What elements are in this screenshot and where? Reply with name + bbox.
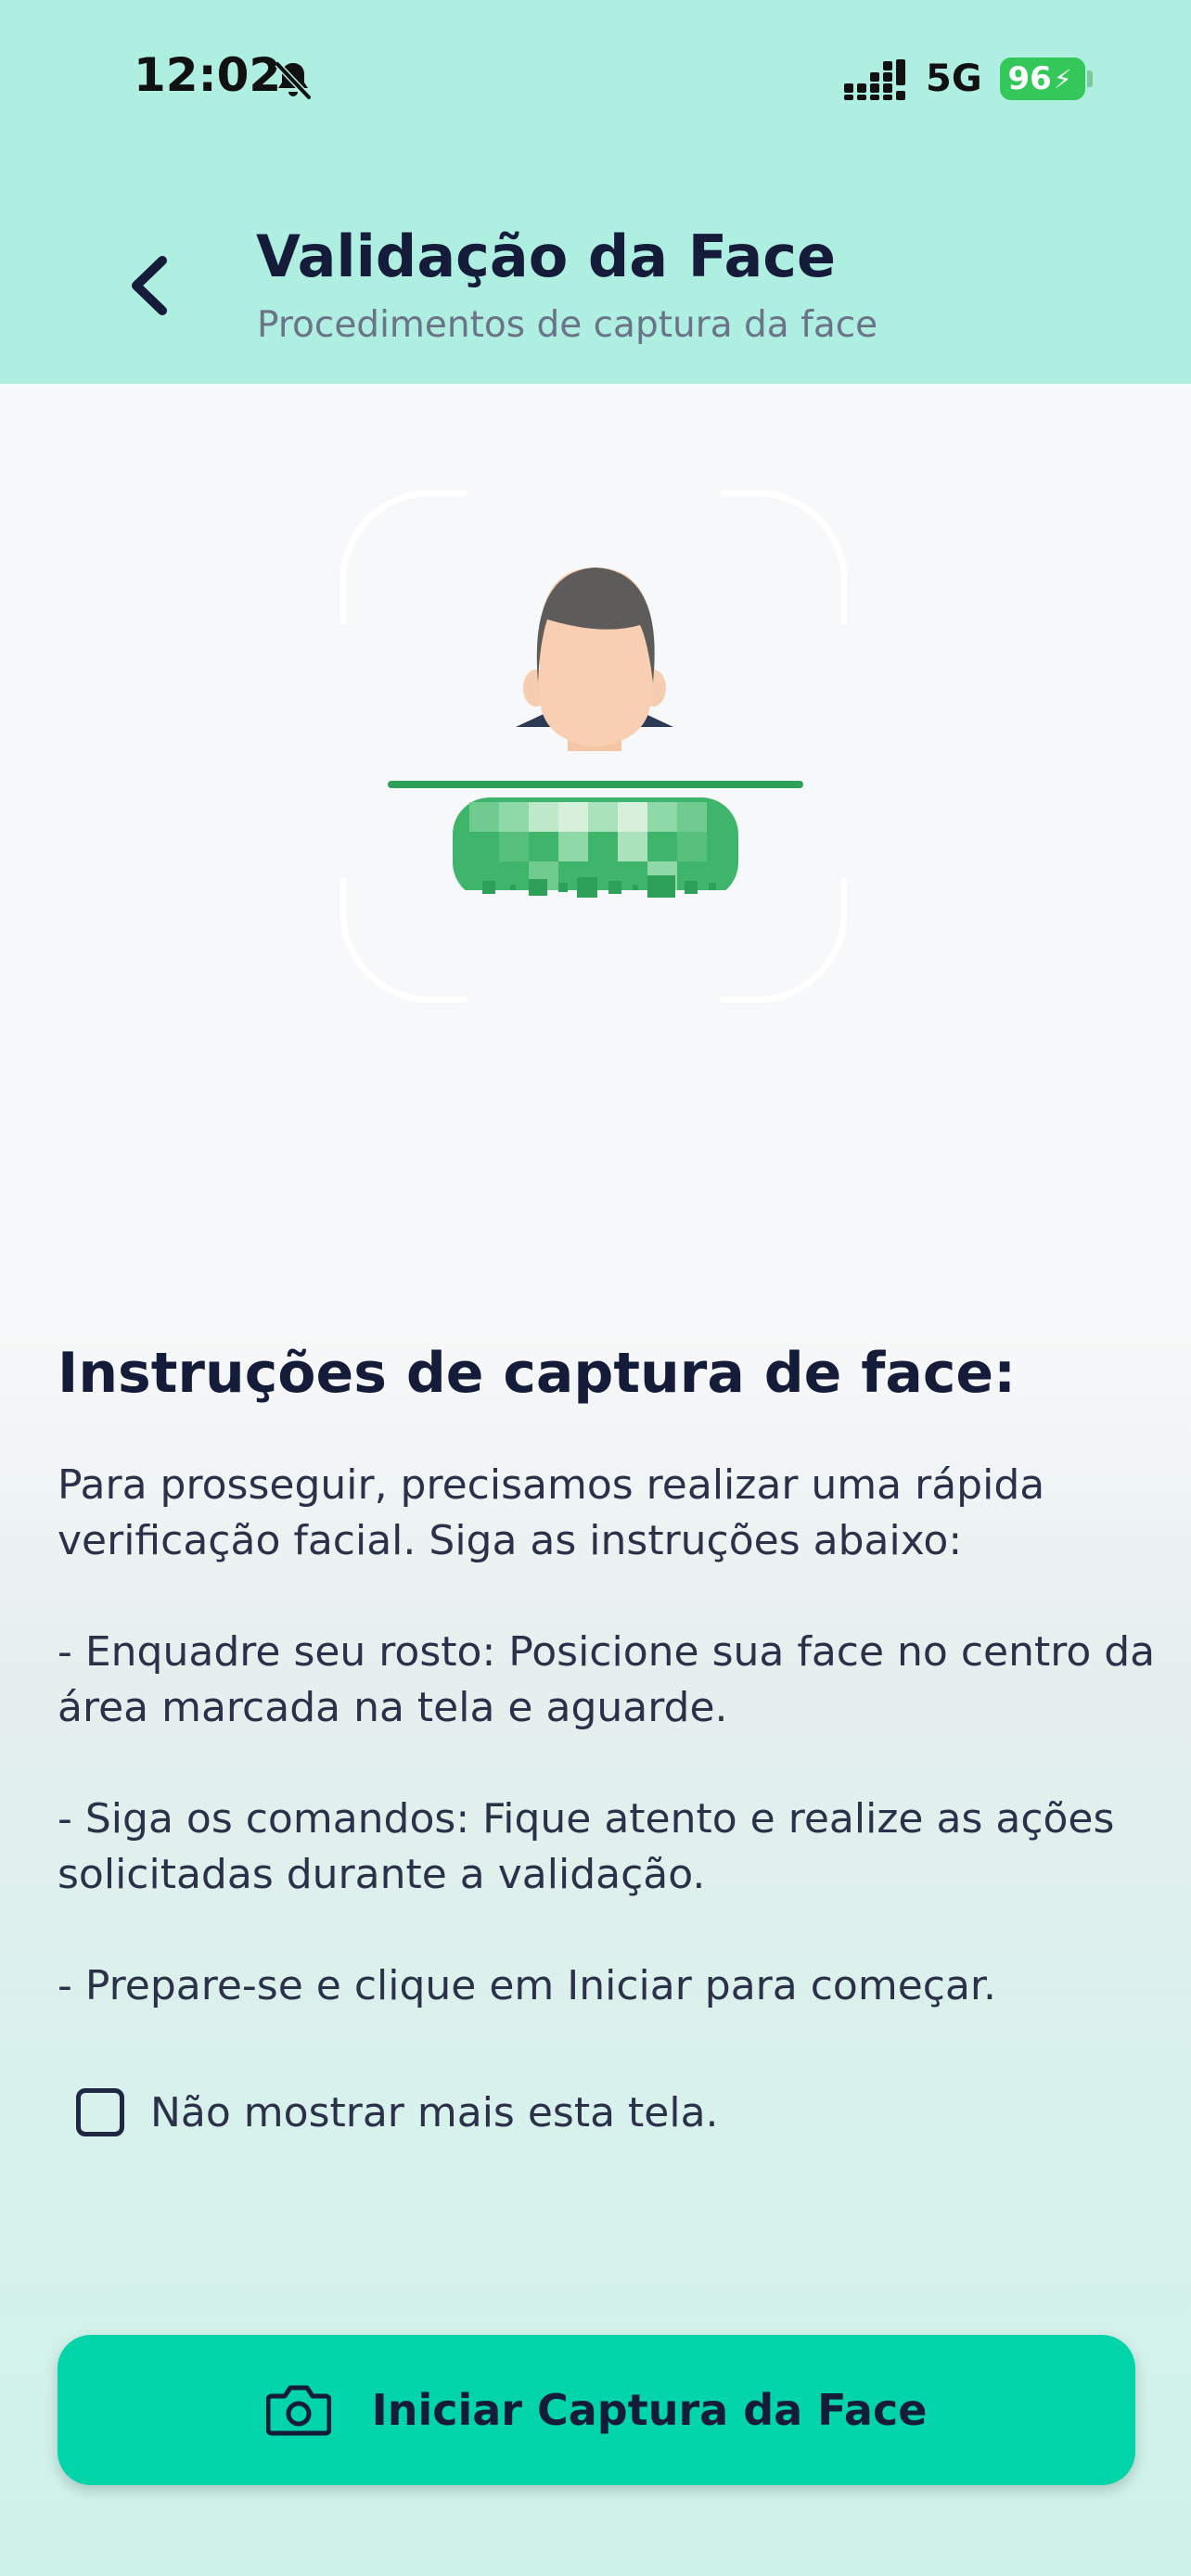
chevron-left-icon (132, 256, 167, 315)
dont-show-again-option[interactable]: Não mostrar mais esta tela. (76, 2085, 719, 2140)
face-scan-illustration (339, 490, 848, 1003)
dont-show-again-label: Não mostrar mais esta tela. (150, 2088, 719, 2136)
header-bar: 12:02 5G 96 ⚡ Validação da Face Procedim… (0, 0, 1191, 384)
person-avatar-icon (516, 567, 673, 751)
charging-bolt-icon: ⚡ (1053, 63, 1072, 95)
battery-indicator: 96 ⚡ (1000, 57, 1085, 100)
battery-tip (1087, 70, 1093, 87)
page-subtitle: Procedimentos de captura da face (257, 304, 878, 346)
instruction-paragraph: - Prepare-se e clique em Iniciar para co… (58, 1962, 996, 2009)
instructions-body: Para prosseguir, precisamos realizar uma… (58, 1458, 1161, 2014)
back-button[interactable] (111, 243, 187, 328)
page-title: Validação da Face (256, 223, 837, 290)
status-time: 12:02 (134, 48, 282, 102)
start-face-capture-button[interactable]: Iniciar Captura da Face (58, 2335, 1135, 2485)
camera-icon (265, 2385, 331, 2436)
battery-level: 96 (1007, 60, 1052, 97)
bell-muted-icon (275, 61, 312, 100)
dont-show-again-checkbox[interactable] (76, 2088, 124, 2136)
start-button-label: Iniciar Captura da Face (371, 2385, 928, 2435)
instruction-paragraph: Para prosseguir, precisamos realizar uma… (58, 1461, 1045, 1564)
network-type: 5G (926, 57, 982, 100)
scan-line (388, 781, 803, 788)
scan-body-pixels (453, 797, 738, 909)
instruction-paragraph: - Siga os comandos: Fique atento e reali… (58, 1795, 1115, 1898)
status-bar: 12:02 5G 96 ⚡ (0, 0, 1191, 162)
signal-icon (844, 59, 905, 100)
instruction-paragraph: - Enquadre seu rosto: Posicione sua face… (58, 1628, 1156, 1731)
instructions-title: Instruções de captura de face: (58, 1341, 1017, 1406)
